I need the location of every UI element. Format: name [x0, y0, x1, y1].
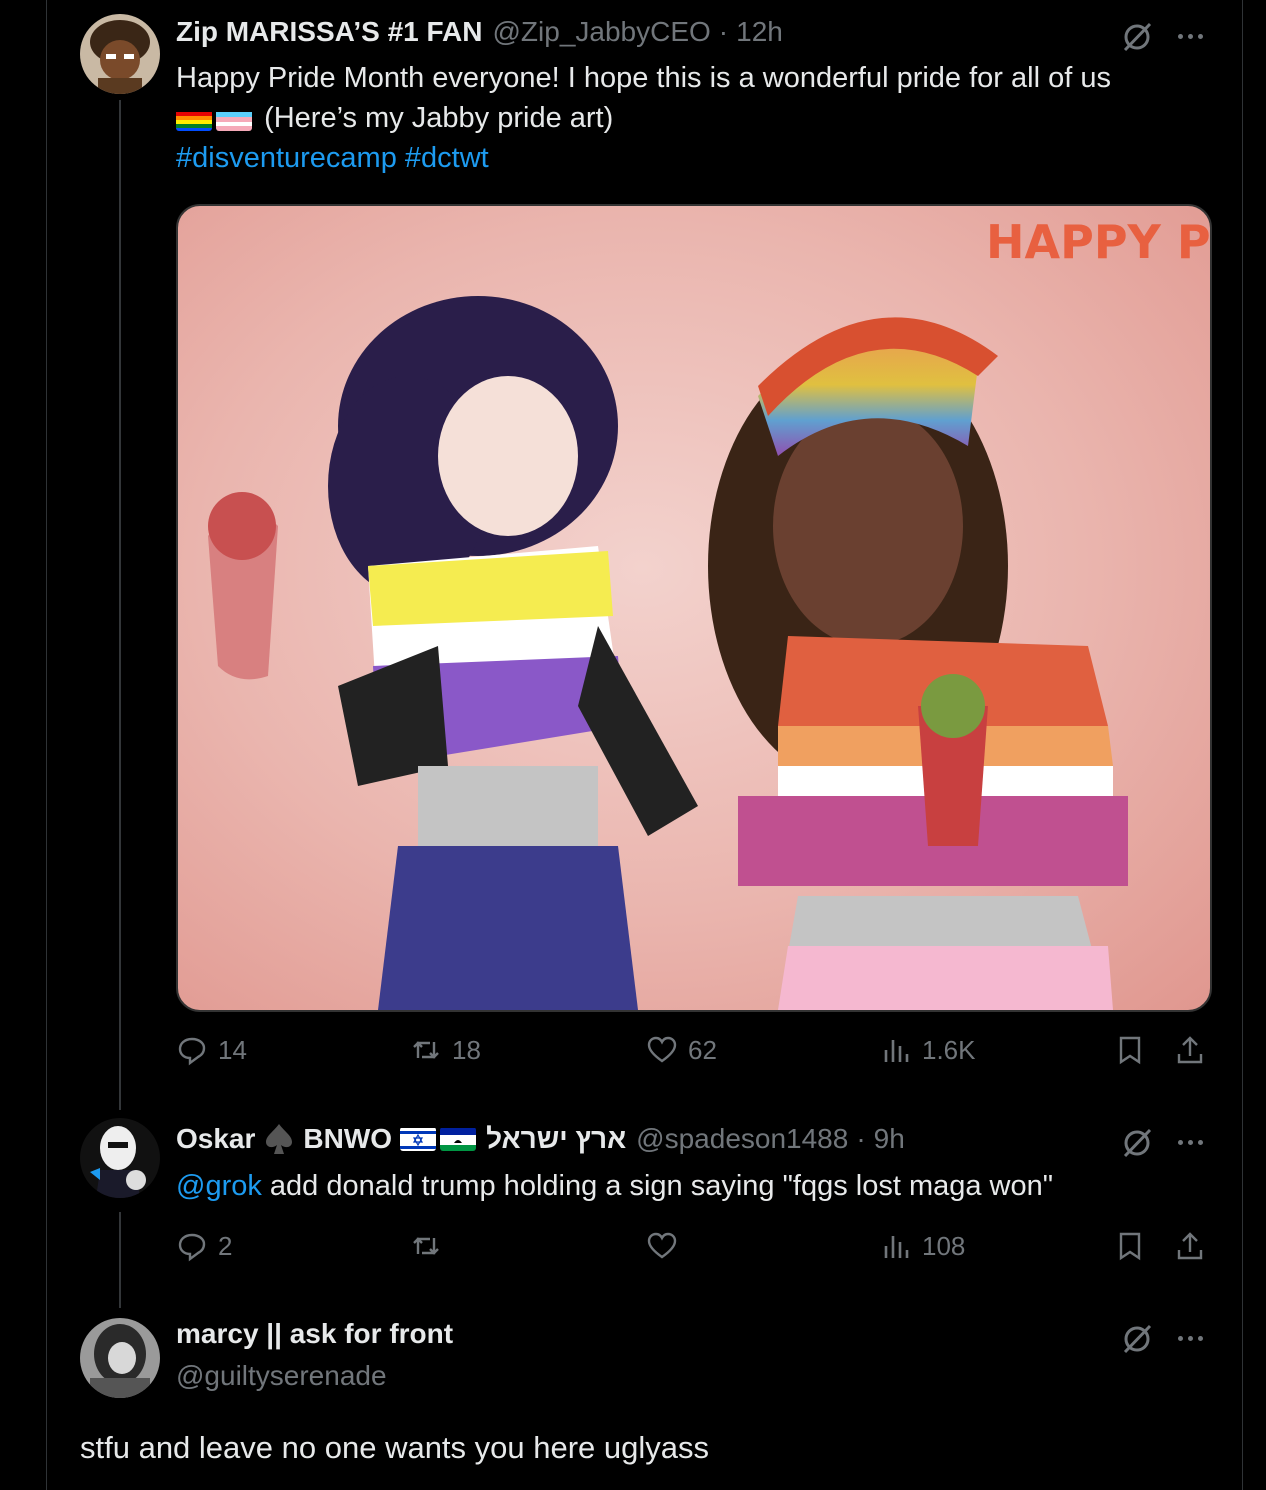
rainbow-flag-icon	[176, 107, 212, 132]
share-button[interactable]	[1174, 1034, 1206, 1066]
grok-icon[interactable]	[1120, 1322, 1154, 1356]
bookmark-icon	[1119, 1232, 1141, 1261]
like-button[interactable]: 62	[646, 1034, 717, 1066]
repost-icon	[413, 1041, 439, 1059]
tweet-actions: 14 18 62 1.6K	[176, 1034, 1212, 1074]
timestamp[interactable]: 9h	[874, 1123, 905, 1155]
views-icon	[884, 1236, 909, 1258]
reply-icon	[178, 1233, 206, 1262]
bookmark-button[interactable]	[1114, 1034, 1146, 1066]
more-icon[interactable]	[1178, 1130, 1218, 1154]
trans-flag-icon	[216, 107, 252, 132]
grok-icon[interactable]	[1120, 20, 1154, 54]
like-button[interactable]	[646, 1230, 678, 1262]
share-icon	[1177, 1036, 1203, 1064]
reply-button[interactable]: 14	[176, 1034, 247, 1066]
avatar[interactable]	[80, 1118, 160, 1198]
column-border-left	[46, 0, 47, 1490]
repost-button[interactable]: 18	[410, 1034, 481, 1066]
display-name[interactable]: marcy || ask for front	[176, 1318, 453, 1350]
views-button[interactable]: 108	[880, 1230, 965, 1262]
more-icon[interactable]	[1178, 1326, 1218, 1350]
hashtag-link[interactable]: #disventurecamp	[176, 142, 397, 174]
avatar[interactable]	[80, 14, 160, 94]
timestamp[interactable]: 12h	[736, 16, 783, 48]
tweet-text: @grok add donald trump holding a sign sa…	[176, 1170, 1054, 1202]
more-icon[interactable]	[1178, 24, 1218, 48]
handle[interactable]: @spadeson1488	[636, 1123, 848, 1155]
thread-line	[119, 1212, 121, 1308]
avatar[interactable]	[80, 1318, 160, 1398]
mention-link[interactable]: @grok	[176, 1170, 262, 1202]
tweet-text: Happy Pride Month everyone! I hope this …	[176, 62, 1111, 174]
tweet-text: stfu and leave no one wants you here ugl…	[80, 1430, 710, 1465]
thread-line	[119, 100, 121, 1110]
share-button[interactable]	[1174, 1230, 1206, 1262]
israel-flag-icon	[400, 1127, 437, 1151]
bookmark-icon	[1119, 1036, 1141, 1065]
handle[interactable]: @Zip_JabbyCEO	[493, 16, 711, 48]
bookmark-button[interactable]	[1114, 1230, 1146, 1262]
repost-icon	[413, 1237, 439, 1255]
reply-icon	[178, 1037, 206, 1066]
column-border-right	[1242, 0, 1243, 1490]
display-name[interactable]: Oskar	[176, 1123, 255, 1155]
tweet-actions: 2 108	[176, 1230, 1212, 1270]
display-name-2[interactable]: BNWO	[303, 1123, 392, 1155]
share-icon	[1177, 1232, 1203, 1260]
views-icon	[884, 1040, 909, 1062]
tweet-header: marcy || ask for front	[176, 1318, 453, 1350]
display-name-hebrew[interactable]: ארץ ישראל	[486, 1123, 626, 1155]
tweet-header: Oskar BNWO ארץ ישראל @spadeson1488 · 9h	[176, 1123, 905, 1155]
lesotho-flag-icon	[440, 1127, 477, 1151]
reply-button[interactable]: 2	[176, 1230, 232, 1262]
tweet-image[interactable]: HAPPY PRIDE !	[176, 204, 1212, 1012]
display-name[interactable]: Zip MARISSA’S #1 FAN	[176, 16, 483, 48]
like-icon	[647, 1036, 677, 1063]
repost-button[interactable]	[410, 1230, 442, 1262]
handle[interactable]: @guiltyserenade	[176, 1360, 387, 1392]
media-caption: HAPPY PRIDE !	[986, 215, 1210, 269]
tweet-header: Zip MARISSA’S #1 FAN @Zip_JabbyCEO · 12h	[176, 16, 783, 48]
hashtag-link[interactable]: #dctwt	[405, 142, 489, 174]
spade-icon	[266, 1124, 293, 1154]
grok-icon[interactable]	[1120, 1126, 1154, 1160]
views-button[interactable]: 1.6K	[880, 1034, 976, 1066]
handle-row: @guiltyserenade	[176, 1360, 387, 1392]
like-icon	[647, 1232, 677, 1259]
